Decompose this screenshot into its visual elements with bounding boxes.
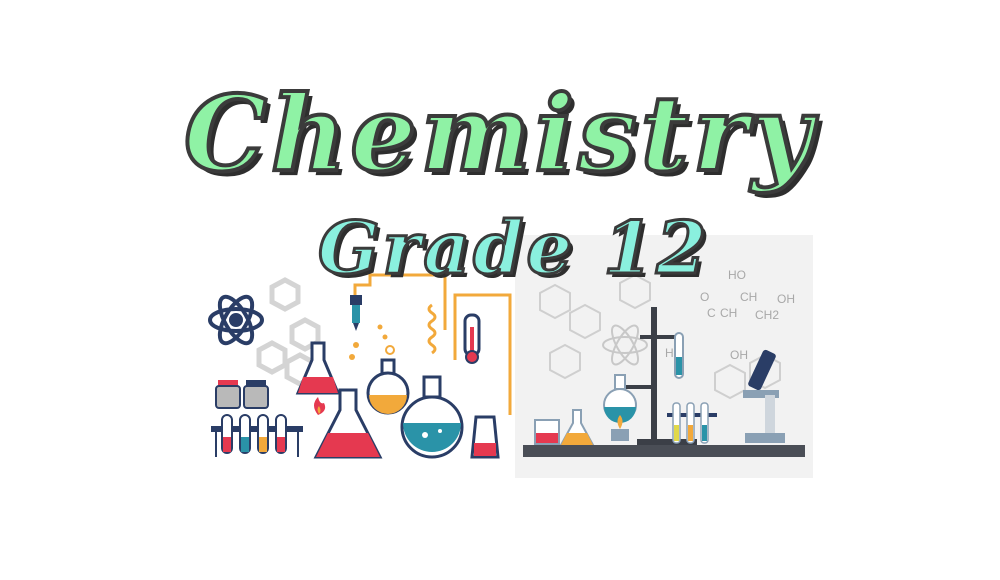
beaker-icon <box>534 419 560 445</box>
formula-label: OH <box>777 292 795 306</box>
flame-icon <box>314 397 326 415</box>
round-flask-orange-icon <box>366 358 410 415</box>
formula-label: CH <box>720 306 737 320</box>
formula-label: O <box>700 290 709 304</box>
atom-icon <box>208 294 264 346</box>
lab-table <box>523 445 805 457</box>
formula-label: CH2 <box>755 308 779 322</box>
thermometer-icon <box>463 313 481 364</box>
formula-label: HO <box>728 268 746 282</box>
page-title: Chemistry <box>182 72 816 195</box>
formula-label: OH <box>730 348 748 362</box>
page-subtitle: Grade 12 <box>317 205 710 290</box>
round-flask-teal-icon <box>400 375 464 459</box>
test-tube-icon <box>674 332 684 379</box>
lab-equipment-illustration <box>208 273 512 459</box>
formula-label: CH <box>740 290 757 304</box>
test-tube-rack-icon <box>211 414 303 457</box>
jars-icon <box>215 380 269 409</box>
dropper-icon <box>349 295 362 360</box>
beaker-icon <box>470 415 500 459</box>
formula-label: C <box>707 306 716 320</box>
